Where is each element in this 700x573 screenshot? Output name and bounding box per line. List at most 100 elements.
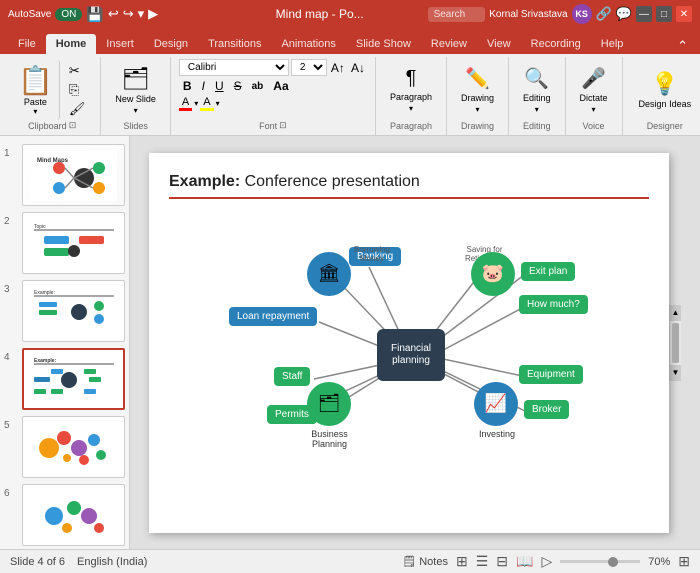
slide-4-thumb[interactable]: Example: — [22, 348, 125, 410]
drawing-label: Drawing — [461, 93, 494, 103]
notes-button[interactable]: 🗒 Notes — [402, 555, 448, 568]
tab-slideshow[interactable]: Slide Show — [346, 34, 421, 54]
decrease-font-icon[interactable]: A↓ — [349, 60, 367, 76]
tab-insert[interactable]: Insert — [96, 34, 144, 54]
font-size-dropdown[interactable]: 24 — [291, 59, 327, 76]
slide-1-thumb[interactable]: Mind Maps — [22, 144, 125, 206]
node-investing-icon: 📈 — [474, 382, 518, 426]
paragraph-button[interactable]: ¶ Paragraph ▾ — [384, 64, 438, 116]
zoom-thumb[interactable] — [608, 557, 618, 567]
font-name-dropdown[interactable]: Calibri — [179, 59, 289, 76]
zoom-slider[interactable] — [560, 560, 640, 563]
cut-button[interactable]: ✂ — [66, 62, 89, 80]
autosave-toggle[interactable]: ON — [55, 8, 82, 21]
font-section: Calibri 24 A↑ A↓ B I U S ab Aa A ▾ A ▾ — [179, 59, 367, 111]
status-bar: Slide 4 of 6 English (India) 🗒 Notes ⊞ ☰… — [0, 549, 700, 573]
ribbon-collapse-icon[interactable]: ⌃ — [673, 38, 692, 54]
clipboard-expand-icon[interactable]: ⊡ — [69, 120, 77, 131]
scroll-thumb[interactable] — [672, 323, 679, 363]
ribbon-group-designer: 💡 Design Ideas Designer — [623, 57, 700, 135]
window-title: Mind map - Po... — [218, 7, 422, 21]
copy-button[interactable]: ⎘ — [66, 81, 89, 99]
tab-animations[interactable]: Animations — [271, 34, 345, 54]
tab-transitions[interactable]: Transitions — [198, 34, 271, 54]
slide-canvas[interactable]: Example: Conference presentation — [149, 153, 669, 533]
present-icon[interactable]: ▶ — [148, 6, 158, 22]
ribbon-group-editing: 🔍 Editing ▾ Editing — [509, 57, 566, 135]
change-case-button[interactable]: Aa — [269, 78, 292, 94]
slide-title-bold: Example: — [169, 173, 240, 190]
slideshow-button[interactable]: ▷ — [541, 553, 552, 570]
slide-6-thumb[interactable] — [22, 484, 125, 546]
vertical-scrollbar[interactable]: ▲ ▼ — [669, 305, 681, 381]
dictate-button[interactable]: 🎤 Dictate ▾ — [574, 63, 614, 117]
close-button[interactable]: ✕ — [676, 6, 692, 22]
node-staff: Staff — [274, 367, 310, 386]
undo-icon[interactable]: ↩ — [108, 6, 119, 22]
reading-view-button[interactable]: 📖 — [516, 553, 533, 570]
scroll-up-button[interactable]: ▲ — [670, 305, 681, 321]
normal-view-button[interactable]: ⊞ — [456, 553, 468, 570]
piggy-icon: 🐷 — [482, 263, 504, 284]
format-painter-button[interactable]: 🖌 — [66, 100, 89, 118]
design-ideas-button[interactable]: 💡 Design Ideas — [631, 67, 700, 114]
underline-button[interactable]: U — [211, 78, 228, 94]
tab-home[interactable]: Home — [46, 34, 97, 54]
slide-3-thumb[interactable]: Example: — [22, 280, 125, 342]
scroll-down-button[interactable]: ▼ — [670, 365, 681, 381]
scroll-track — [670, 321, 681, 365]
paste-label: Paste — [24, 97, 47, 107]
outline-view-button[interactable]: ☰ — [476, 553, 489, 570]
tab-design[interactable]: Design — [144, 34, 198, 54]
slide-1-preview: Mind Maps — [29, 148, 119, 203]
ribbon-group-paragraph: ¶ Paragraph ▾ Paragraph — [376, 57, 447, 135]
slide-5-thumb[interactable] — [22, 416, 125, 478]
comments-icon[interactable]: 💬 — [616, 6, 632, 22]
strikethrough-button[interactable]: S — [230, 78, 246, 94]
tab-review[interactable]: Review — [421, 34, 477, 54]
dictate-icon: 🎤 — [581, 66, 606, 91]
tab-view[interactable]: View — [477, 34, 521, 54]
language-info: English (India) — [77, 556, 147, 568]
tab-file[interactable]: File — [8, 34, 46, 54]
slide-2-number: 2 — [4, 216, 18, 227]
slide-5-container: 5 — [4, 416, 125, 478]
zoom-level: 70% — [648, 556, 670, 568]
redo-icon[interactable]: ↪ — [123, 6, 134, 22]
paste-button[interactable]: 📋 Paste ▾ — [12, 60, 60, 120]
share-icon[interactable]: 🔗 — [596, 6, 612, 22]
ribbon: 📋 Paste ▾ ✂ ⎘ 🖌 Clipboard ⊡ 🗂 New Slide … — [0, 54, 700, 136]
editing-button[interactable]: 🔍 Editing ▾ — [517, 63, 557, 117]
tab-recording[interactable]: Recording — [521, 34, 591, 54]
node-piggy-icon: 🐷 — [471, 252, 515, 296]
slide-2-preview: Topic — [29, 216, 119, 271]
font-label: Font ⊡ — [259, 120, 287, 133]
char-spacing-button[interactable]: ab — [248, 80, 268, 93]
slide-2-container: 2 Topic — [4, 212, 125, 274]
slide-4-number: 4 — [4, 352, 18, 363]
bold-button[interactable]: B — [179, 78, 196, 94]
increase-font-icon[interactable]: A↑ — [329, 60, 347, 76]
restore-button[interactable]: □ — [656, 6, 672, 22]
highlight-button[interactable]: A — [200, 96, 213, 111]
autosave-label: AutoSave — [8, 9, 51, 20]
tab-help[interactable]: Help — [591, 34, 634, 54]
save-icon[interactable]: 💾 — [86, 6, 103, 23]
mindmap: Financial planning 🏛 Banking Loan repaym… — [169, 207, 649, 507]
design-ideas-icon: 💡 — [651, 71, 678, 97]
slide-sorter-button[interactable]: ⊟ — [496, 553, 508, 570]
drawing-button[interactable]: ✏️ Drawing ▾ — [455, 63, 500, 117]
customize-icon[interactable]: ▾ — [138, 6, 145, 22]
new-slide-button[interactable]: 🗂 New Slide ▾ — [109, 63, 162, 118]
fit-button[interactable]: ⊞ — [678, 553, 690, 570]
font-color-button[interactable]: A — [179, 96, 192, 111]
minimize-button[interactable]: — — [636, 6, 652, 22]
slide-6-preview — [29, 488, 119, 543]
main-area: 1 Mind Maps — [0, 136, 700, 549]
slide-title: Example: Conference presentation — [169, 173, 649, 199]
slide-2-thumb[interactable]: Topic — [22, 212, 125, 274]
font-expand-icon[interactable]: ⊡ — [279, 120, 287, 131]
node-equipment: Equipment — [519, 365, 583, 384]
italic-button[interactable]: I — [198, 78, 209, 94]
search-bar[interactable]: Search — [428, 7, 486, 22]
